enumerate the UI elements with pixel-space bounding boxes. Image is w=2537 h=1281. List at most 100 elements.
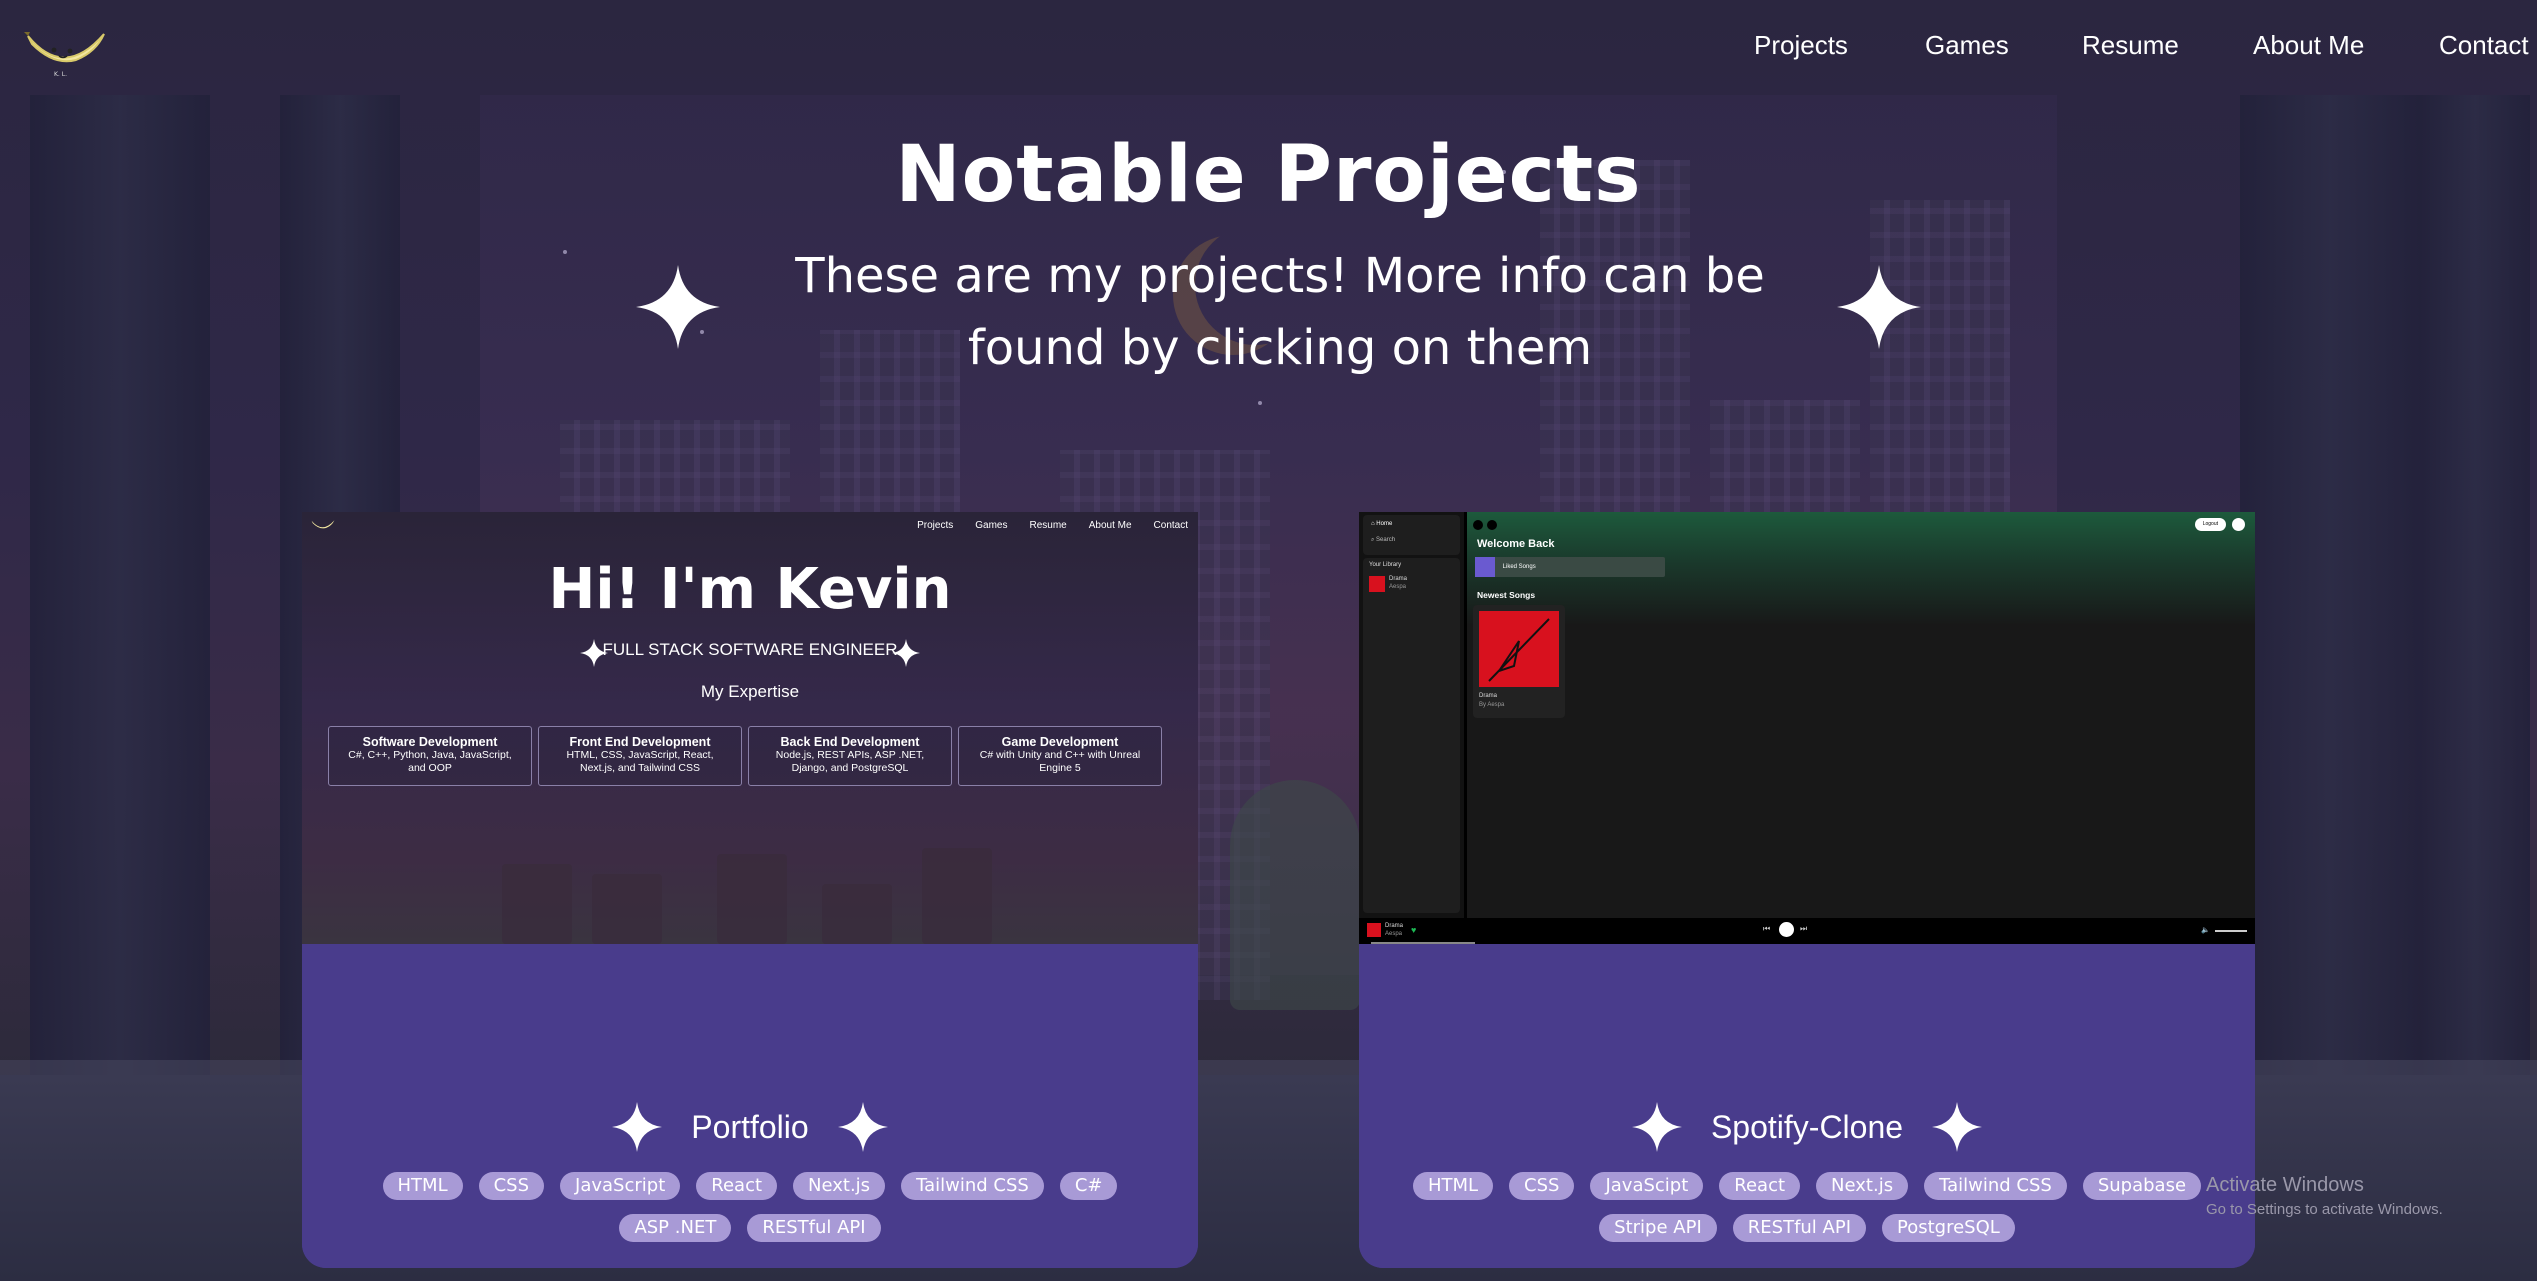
tech-tag: Tailwind CSS [901,1172,1044,1200]
page-subtitle: These are my projects! More info can be … [795,248,1765,376]
page-title: Notable Projects [895,130,1642,220]
nav-contact[interactable]: Contact [2439,30,2529,61]
star [1258,401,1262,405]
player-artist: Aespa [1385,931,1403,937]
user-icon [2232,518,2245,531]
project-card-portfolio[interactable]: Projects Games Resume About Me Contact H… [302,512,1198,1268]
tech-tag: React [696,1172,778,1200]
tech-tag: PostgreSQL [1882,1214,2015,1242]
volume-icon: 🔈 [2201,927,2210,934]
tech-tag: Tailwind CSS [1924,1172,2067,1200]
preview-liked-songs: Liked Songs [1475,557,1665,577]
prev-icon: ⏮ [1763,924,1771,933]
expertise-box: Software Development C#, C++, Python, Ja… [328,726,532,786]
curtain-left [30,95,210,1095]
expertise-box: Front End Development HTML, CSS, JavaScr… [538,726,742,786]
spotify-preview-image: ⌂ Home ⌕ Search Your Library Drama Aespa… [1359,512,2255,944]
tech-tag: ASP .NET [619,1214,732,1242]
tech-tag: HTML [1412,1172,1494,1200]
tech-tag: React [1719,1172,1801,1200]
preview-role: FULL STACK SOFTWARE ENGINEER [602,640,898,659]
cactus [1230,780,1360,1010]
heart-icon [1475,557,1495,577]
preview-nav-item: Projects [917,520,954,531]
preview-newest-songs: Newest Songs [1477,590,1536,600]
sparkle-icon [837,1102,888,1152]
plant-pot [922,848,992,944]
banana-logo-icon [311,520,335,529]
sparkle-icon [1931,1102,1982,1152]
expertise-title: Front End Development [569,735,711,749]
next-icon: ⏭ [1800,924,1808,933]
tech-tag: Next.js [1816,1172,1909,1200]
preview-nav-item: About Me [1088,520,1132,531]
preview-home-label: Home [1376,521,1393,527]
sparkle-icon [1632,1102,1683,1152]
preview-side-song: Drama [1389,576,1408,582]
preview-search-label: Search [1376,537,1396,543]
expertise-desc: C#, C++, Python, Java, JavaScript, and O… [348,749,512,774]
preview-sidebar: ⌂ Home ⌕ Search Your Library Drama Aespa [1359,512,1467,918]
volume-slider [2215,930,2247,932]
player-song: Drama [1385,923,1404,929]
tech-tag: HTML [382,1172,463,1200]
tech-tag: Stripe API [1599,1214,1717,1242]
preview-logout: Logout [2194,518,2226,531]
tech-tag: RESTful API [1732,1214,1867,1242]
preview-side-artist: Aespa [1389,584,1407,590]
expertise-desc: Node.js, REST APIs, ASP .NET, Django, an… [775,749,925,774]
portfolio-preview-image: Projects Games Resume About Me Contact H… [302,512,1198,944]
preview-nav-item: Resume [1029,520,1067,531]
preview-sidebar-block: ⌂ Home ⌕ Search [1363,515,1460,555]
preview-home: ⌂ Home [1371,521,1393,527]
preview-library: Your Library Drama Aespa [1363,558,1460,913]
card-title-row: Spotify-Clone [1359,1102,2255,1152]
watermark-line2: Go to Settings to activate Windows. [2206,1201,2443,1218]
expertise-desc: HTML, CSS, JavaScript, React, Next.js, a… [566,749,714,774]
plant-pot [717,854,787,944]
tech-tag: CSS [478,1172,545,1200]
preview-nav-item: Games [975,520,1008,531]
project-title: Portfolio [691,1108,809,1145]
expertise-title: Game Development [1001,735,1119,749]
preview-expertise-boxes: Software Development C#, C++, Python, Ja… [328,726,1162,786]
preview-library-label: Your Library [1369,562,1402,568]
nav-about-me[interactable]: About Me [2253,30,2364,61]
preview-song-title: Drama [1479,693,1498,699]
tech-tags: HTML CSS JavaScipt React Next.js Tailwin… [1399,1172,2215,1242]
project-card-spotify-clone[interactable]: ⌂ Home ⌕ Search Your Library Drama Aespa… [1359,512,2255,1268]
preview-nav: Projects Games Resume About Me Contact [917,520,1188,531]
tech-tag: RESTful API [747,1214,881,1242]
expertise-box: Game Development C# with Unity and C++ w… [958,726,1162,786]
expertise-box: Back End Development Node.js, REST APIs,… [748,726,952,786]
tech-tag: CSS [1509,1172,1575,1200]
nav-games[interactable]: Games [1925,30,2009,61]
svg-text:K. L.: K. L. [54,71,67,78]
card-title-row: Portfolio [302,1102,1198,1152]
sparkle-icon [1837,265,1921,349]
top-navbar: K. L. Projects Games Resume About Me Con… [0,0,2537,95]
banana-logo-icon[interactable]: K. L. [24,20,108,80]
project-title: Spotify-Clone [1710,1108,1904,1145]
preview-nav-item: Contact [1153,520,1188,531]
plant-pot [822,884,892,944]
star [563,250,567,254]
heart-icon: ♥ [1411,925,1417,935]
plant-pot [592,874,662,944]
nav-projects[interactable]: Projects [1754,30,1848,61]
preview-player-bar: Drama Aespa ♥ ⏮ ⏭ 🔈 [1359,918,2255,944]
preview-liked-label: Liked Songs [1502,564,1536,570]
forward-icon [1487,520,1497,530]
preview-heading: Hi! I'm Kevin [548,557,952,622]
back-icon [1473,520,1483,530]
player-art [1367,923,1381,937]
tech-tag: Supabase [2082,1172,2202,1200]
sparkle-icon [612,1102,663,1152]
preview-expertise-label: My Expertise [700,682,800,701]
preview-song-artist: By Aespa [1479,702,1505,708]
tech-tag: JavaScipt [1590,1172,1704,1200]
nav-resume[interactable]: Resume [2082,30,2179,61]
preview-search: ⌕ Search [1371,537,1396,543]
preview-side-art [1369,576,1385,592]
tech-tag: C# [1059,1172,1118,1200]
